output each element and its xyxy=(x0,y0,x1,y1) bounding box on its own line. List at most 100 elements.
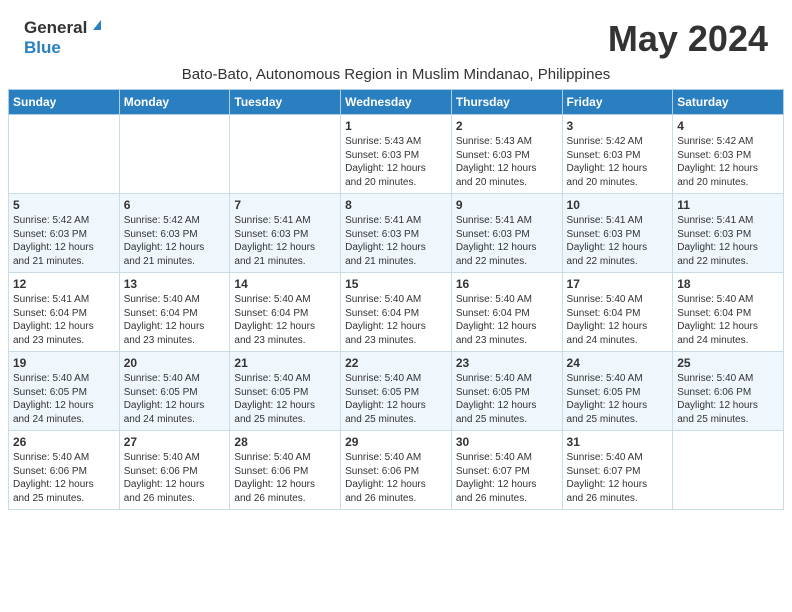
table-row: 22 Sunrise: 5:40 AMSunset: 6:05 PMDayligh… xyxy=(341,352,452,431)
day-number: 23 xyxy=(456,356,558,370)
table-row: 10 Sunrise: 5:41 AMSunset: 6:03 PMDayligh… xyxy=(562,194,673,273)
logo-general-text: General xyxy=(24,18,87,38)
day-number: 22 xyxy=(345,356,447,370)
table-row: 16Sunrise: 5:40 AMSunset: 6:04 PMDayligh… xyxy=(451,273,562,352)
calendar-table: Sunday Monday Tuesday Wednesday Thursday… xyxy=(8,89,784,510)
cell-content: Sunrise: 5:41 AMSunset: 6:03 PMDaylight:… xyxy=(234,214,336,268)
cell-content: Sunrise: 5:40 AMSunset: 6:06 PMDaylight:… xyxy=(345,451,447,505)
col-friday: Friday xyxy=(562,90,673,115)
day-number: 18 xyxy=(677,277,779,291)
table-row xyxy=(230,115,341,194)
calendar-week-row: 5 Sunrise: 5:42 AMSunset: 6:03 PMDaylight… xyxy=(9,194,784,273)
col-sunday: Sunday xyxy=(9,90,120,115)
day-number: 28 xyxy=(234,435,336,449)
cell-content: Sunrise: 5:42 AMSunset: 6:03 PMDaylight:… xyxy=(124,214,226,268)
table-row: 27 Sunrise: 5:40 AMSunset: 6:06 PMDayligh… xyxy=(119,431,230,510)
month-title: May 2024 xyxy=(608,18,768,60)
cell-content: Sunrise: 5:40 AMSunset: 6:07 PMDaylight:… xyxy=(456,451,558,505)
day-number: 19 xyxy=(13,356,115,370)
day-number: 15 xyxy=(345,277,447,291)
cell-content: Sunrise: 5:40 AMSunset: 6:05 PMDaylight:… xyxy=(234,372,336,426)
day-number: 29 xyxy=(345,435,447,449)
table-row: 30 Sunrise: 5:40 AMSunset: 6:07 PMDayligh… xyxy=(451,431,562,510)
day-number: 25 xyxy=(677,356,779,370)
cell-content: Sunrise: 5:42 AMSunset: 6:03 PMDaylight:… xyxy=(13,214,115,268)
cell-content: Sunrise: 5:40 AMSunset: 6:05 PMDaylight:… xyxy=(345,372,447,426)
day-number: 26 xyxy=(13,435,115,449)
table-row: 18 Sunrise: 5:40 AMSunset: 6:04 PMDayligh… xyxy=(673,273,784,352)
cell-content: Sunrise: 5:40 AMSunset: 6:06 PMDaylight:… xyxy=(234,451,336,505)
table-row: 31Sunrise: 5:40 AMSunset: 6:07 PMDayligh… xyxy=(562,431,673,510)
cell-content: Sunrise: 5:40 AMSunset: 6:05 PMDaylight:… xyxy=(13,372,115,426)
day-number: 30 xyxy=(456,435,558,449)
cell-content: Sunrise: 5:41 AMSunset: 6:04 PMDaylight:… xyxy=(13,293,115,347)
table-row: 9Sunrise: 5:41 AMSunset: 6:03 PMDaylight… xyxy=(451,194,562,273)
cell-content: Sunrise: 5:40 AMSunset: 6:06 PMDaylight:… xyxy=(677,372,779,426)
cell-content: Sunrise: 5:41 AMSunset: 6:03 PMDaylight:… xyxy=(456,214,558,268)
table-row xyxy=(673,431,784,510)
logo: General Blue xyxy=(24,18,105,58)
table-row: 2 Sunrise: 5:43 AMSunset: 6:03 PMDaylight… xyxy=(451,115,562,194)
table-row: 19 Sunrise: 5:40 AMSunset: 6:05 PMDayligh… xyxy=(9,352,120,431)
table-row xyxy=(9,115,120,194)
cell-content: Sunrise: 5:40 AMSunset: 6:04 PMDaylight:… xyxy=(677,293,779,347)
day-number: 1 xyxy=(345,119,447,133)
day-number: 14 xyxy=(234,277,336,291)
table-row: 25 Sunrise: 5:40 AMSunset: 6:06 PMDayligh… xyxy=(673,352,784,431)
logo-blue-text: Blue xyxy=(24,38,61,57)
calendar-wrapper: Sunday Monday Tuesday Wednesday Thursday… xyxy=(0,89,792,518)
day-number: 24 xyxy=(567,356,669,370)
col-thursday: Thursday xyxy=(451,90,562,115)
cell-content: Sunrise: 5:40 AMSunset: 6:05 PMDaylight:… xyxy=(567,372,669,426)
day-number: 7 xyxy=(234,198,336,212)
logo-triangle-icon xyxy=(89,16,105,37)
cell-content: Sunrise: 5:40 AMSunset: 6:05 PMDaylight:… xyxy=(124,372,226,426)
table-row: 13Sunrise: 5:40 AMSunset: 6:04 PMDayligh… xyxy=(119,273,230,352)
day-number: 20 xyxy=(124,356,226,370)
table-row: 12 Sunrise: 5:41 AMSunset: 6:04 PMDayligh… xyxy=(9,273,120,352)
calendar-week-row: 1 Sunrise: 5:43 AMSunset: 6:03 PMDaylight… xyxy=(9,115,784,194)
table-row: 8Sunrise: 5:41 AMSunset: 6:03 PMDaylight… xyxy=(341,194,452,273)
page-header: General Blue May 2024 xyxy=(0,0,792,64)
table-row: 15 Sunrise: 5:40 AMSunset: 6:04 PMDayligh… xyxy=(341,273,452,352)
cell-content: Sunrise: 5:40 AMSunset: 6:04 PMDaylight:… xyxy=(456,293,558,347)
calendar-week-row: 26 Sunrise: 5:40 AMSunset: 6:06 PMDayligh… xyxy=(9,431,784,510)
table-row: 3Sunrise: 5:42 AMSunset: 6:03 PMDaylight… xyxy=(562,115,673,194)
table-row: 6Sunrise: 5:42 AMSunset: 6:03 PMDaylight… xyxy=(119,194,230,273)
cell-content: Sunrise: 5:40 AMSunset: 6:04 PMDaylight:… xyxy=(234,293,336,347)
cell-content: Sunrise: 5:43 AMSunset: 6:03 PMDaylight:… xyxy=(456,135,558,189)
day-number: 2 xyxy=(456,119,558,133)
cell-content: Sunrise: 5:40 AMSunset: 6:06 PMDaylight:… xyxy=(124,451,226,505)
table-row: 23 Sunrise: 5:40 AMSunset: 6:05 PMDayligh… xyxy=(451,352,562,431)
col-saturday: Saturday xyxy=(673,90,784,115)
page-subtitle: Bato-Bato, Autonomous Region in Muslim M… xyxy=(0,64,792,89)
day-number: 17 xyxy=(567,277,669,291)
table-row: 28 Sunrise: 5:40 AMSunset: 6:06 PMDayligh… xyxy=(230,431,341,510)
table-row: 5 Sunrise: 5:42 AMSunset: 6:03 PMDaylight… xyxy=(9,194,120,273)
cell-content: Sunrise: 5:42 AMSunset: 6:03 PMDaylight:… xyxy=(567,135,669,189)
day-number: 5 xyxy=(13,198,115,212)
table-row: 1 Sunrise: 5:43 AMSunset: 6:03 PMDaylight… xyxy=(341,115,452,194)
day-number: 10 xyxy=(567,198,669,212)
cell-content: Sunrise: 5:41 AMSunset: 6:03 PMDaylight:… xyxy=(345,214,447,268)
cell-content: Sunrise: 5:40 AMSunset: 6:06 PMDaylight:… xyxy=(13,451,115,505)
col-wednesday: Wednesday xyxy=(341,90,452,115)
table-row: 14 Sunrise: 5:40 AMSunset: 6:04 PMDayligh… xyxy=(230,273,341,352)
table-row: 11Sunrise: 5:41 AMSunset: 6:03 PMDayligh… xyxy=(673,194,784,273)
day-number: 27 xyxy=(124,435,226,449)
table-row: 26 Sunrise: 5:40 AMSunset: 6:06 PMDayligh… xyxy=(9,431,120,510)
table-row: 7 Sunrise: 5:41 AMSunset: 6:03 PMDaylight… xyxy=(230,194,341,273)
day-number: 12 xyxy=(13,277,115,291)
day-number: 21 xyxy=(234,356,336,370)
table-row xyxy=(119,115,230,194)
cell-content: Sunrise: 5:41 AMSunset: 6:03 PMDaylight:… xyxy=(567,214,669,268)
cell-content: Sunrise: 5:42 AMSunset: 6:03 PMDaylight:… xyxy=(677,135,779,189)
day-number: 4 xyxy=(677,119,779,133)
cell-content: Sunrise: 5:40 AMSunset: 6:04 PMDaylight:… xyxy=(345,293,447,347)
cell-content: Sunrise: 5:40 AMSunset: 6:05 PMDaylight:… xyxy=(456,372,558,426)
table-row: 17Sunrise: 5:40 AMSunset: 6:04 PMDayligh… xyxy=(562,273,673,352)
cell-content: Sunrise: 5:41 AMSunset: 6:03 PMDaylight:… xyxy=(677,214,779,268)
cell-content: Sunrise: 5:40 AMSunset: 6:04 PMDaylight:… xyxy=(124,293,226,347)
cell-content: Sunrise: 5:43 AMSunset: 6:03 PMDaylight:… xyxy=(345,135,447,189)
table-row: 29 Sunrise: 5:40 AMSunset: 6:06 PMDayligh… xyxy=(341,431,452,510)
